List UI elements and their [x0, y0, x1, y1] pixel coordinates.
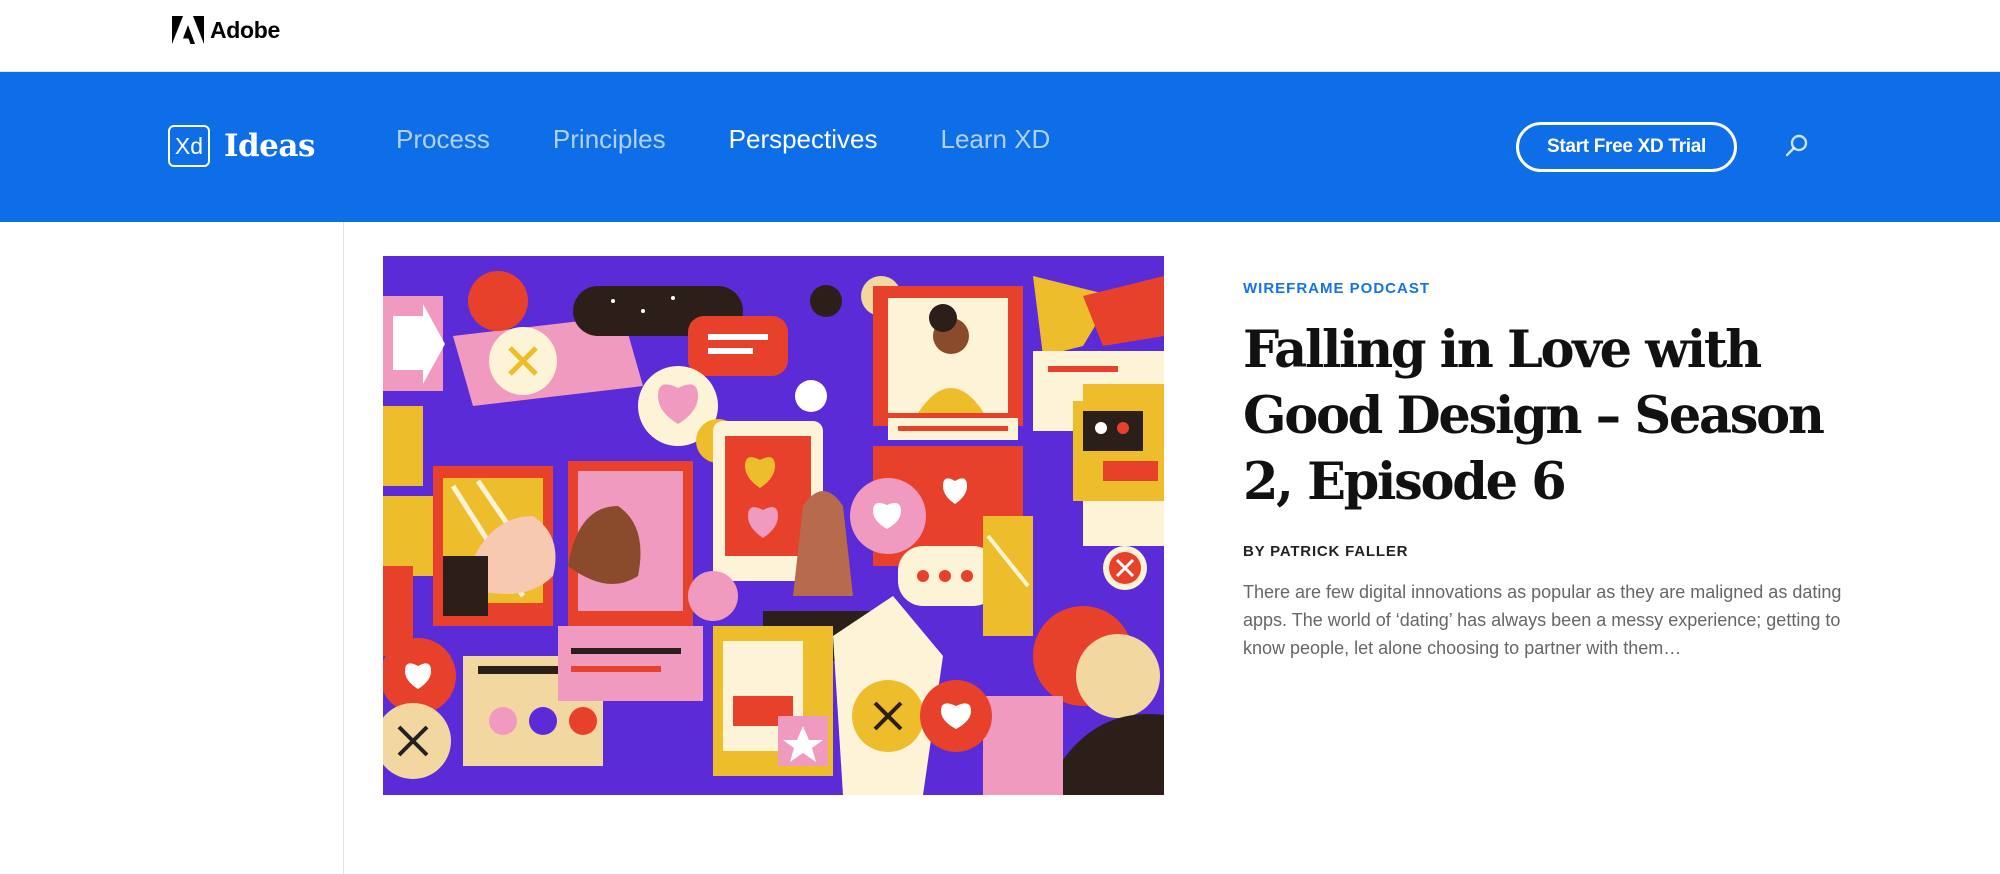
- nav-link-perspectives[interactable]: Perspectives: [729, 124, 878, 155]
- nav-link-learn-xd[interactable]: Learn XD: [940, 124, 1050, 155]
- dating-apps-illustration: [383, 256, 1164, 795]
- xd-logo-icon: Xd: [168, 125, 210, 167]
- xd-ideas-home-link[interactable]: Xd Ideas: [168, 125, 315, 167]
- sidebar-divider: [343, 222, 344, 874]
- nav-link-principles[interactable]: Principles: [553, 124, 666, 155]
- article-hero-image-link[interactable]: [383, 256, 1164, 795]
- article-byline: BY PATRICK FALLER: [1243, 543, 1409, 560]
- nav-link-process[interactable]: Process: [396, 124, 490, 155]
- adobe-logo-link[interactable]: Adobe: [172, 16, 280, 44]
- start-free-trial-button[interactable]: Start Free XD Trial: [1516, 122, 1737, 172]
- nav-links: Process Principles Perspectives Learn XD: [396, 124, 1050, 155]
- main-nav: Xd Ideas Process Principles Perspectives…: [0, 72, 2000, 222]
- featured-article: WIREFRAME PODCAST Falling in Love with G…: [1243, 280, 1843, 662]
- article-title[interactable]: Falling in Love with Good Design – Seaso…: [1243, 317, 1843, 515]
- adobe-logo-icon: [172, 16, 204, 44]
- search-button[interactable]: [1782, 131, 1812, 161]
- article-category[interactable]: WIREFRAME PODCAST: [1243, 280, 1843, 297]
- adobe-wordmark: Adobe: [210, 16, 281, 43]
- article-excerpt: There are few digital innovations as pop…: [1243, 582, 1842, 658]
- adobe-global-bar: Adobe: [0, 0, 2000, 72]
- brand-name: Ideas: [224, 128, 315, 164]
- search-icon: [1785, 134, 1808, 157]
